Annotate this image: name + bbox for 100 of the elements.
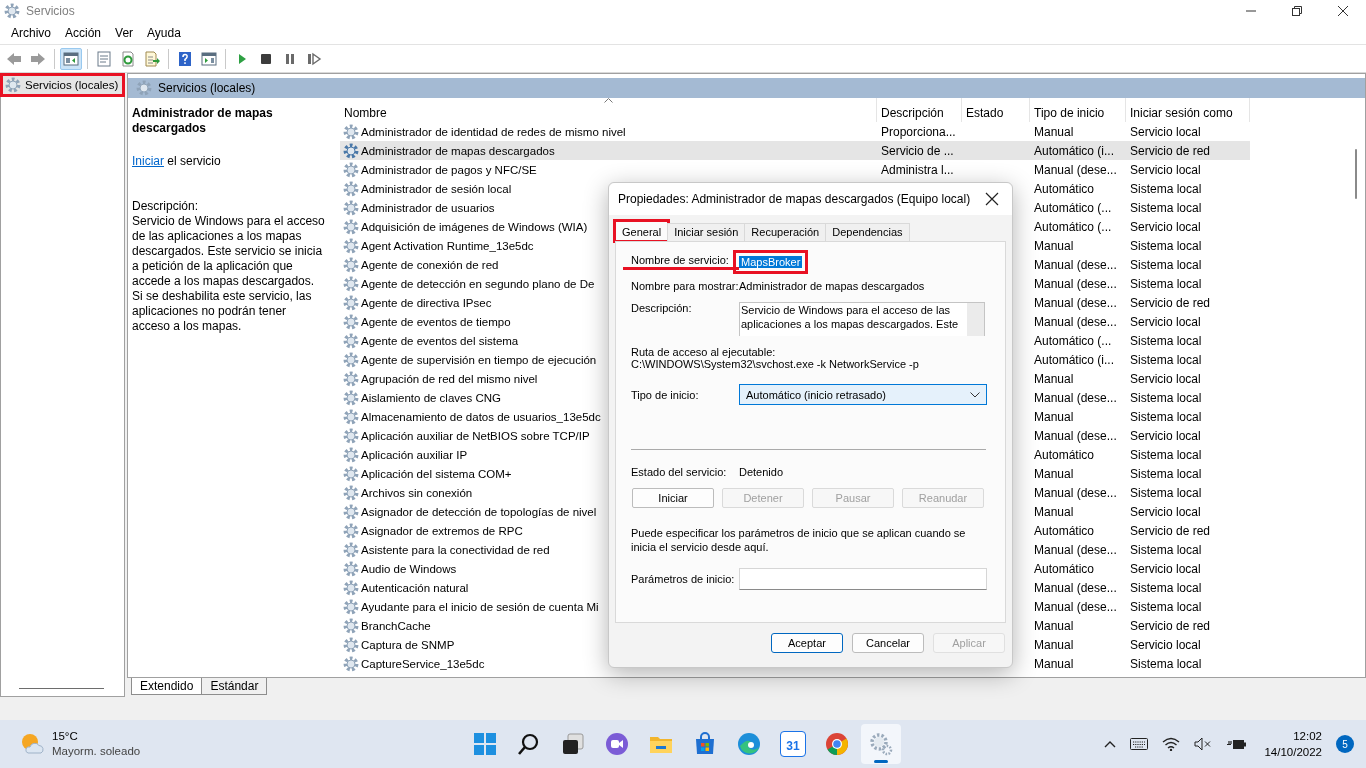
gear-icon bbox=[343, 503, 359, 520]
table-cell-text: Manual bbox=[1033, 656, 1075, 671]
column-header[interactable]: Estado bbox=[962, 98, 1030, 122]
column-header[interactable]: Descripción bbox=[877, 98, 962, 122]
table-cell[interactable]: Aplicación auxiliar IP bbox=[361, 448, 468, 461]
table-cell-text: Sistema local bbox=[1129, 390, 1203, 405]
table-cell[interactable]: Agente de supervisión en tiempo de ejecución bbox=[361, 353, 597, 366]
table-cell[interactable]: Archivos sin conexión bbox=[361, 486, 473, 499]
table-cell[interactable]: Aplicación auxiliar de NetBIOS sobre TCP/IP bbox=[361, 429, 590, 442]
dialog-tab[interactable]: General bbox=[615, 221, 669, 241]
gear-icon bbox=[343, 484, 359, 501]
gear-icon bbox=[343, 313, 359, 330]
table-cell-text: Servicio local bbox=[1129, 162, 1202, 177]
taskbar-app[interactable]: 31 bbox=[773, 724, 813, 764]
gear-icon bbox=[136, 80, 152, 96]
clock-date[interactable]: 14/10/2022 bbox=[1264, 744, 1322, 760]
gear-icon bbox=[343, 579, 359, 596]
table-cell[interactable]: Agente de detección en segundo plano de De bbox=[361, 277, 595, 290]
table-cell[interactable]: Aplicación del sistema COM+ bbox=[361, 467, 512, 480]
table-cell-text: Manual (dese... bbox=[1033, 295, 1118, 310]
field-label: Descripción: bbox=[631, 302, 693, 314]
scrollbar-track[interactable] bbox=[967, 303, 984, 336]
table-cell[interactable]: BranchCache bbox=[361, 619, 431, 632]
table-cell[interactable]: Administrador de sesión local bbox=[361, 182, 512, 195]
table-cell[interactable]: Agente de eventos del sistema bbox=[361, 334, 519, 347]
column-header[interactable]: Nombre bbox=[340, 98, 877, 122]
document-icon bbox=[96, 50, 112, 67]
battery-charging-icon[interactable] bbox=[1226, 737, 1247, 751]
description-field[interactable]: Servicio de Windows para el acceso de las aplicaciones a los mapas descargados. Este bbox=[739, 302, 985, 336]
table-cell-text: Sistema local bbox=[1129, 656, 1203, 671]
dialog-button[interactable]: Aceptar bbox=[771, 633, 843, 653]
table-cell[interactable]: Almacenamiento de datos de usuarios_13e5dc bbox=[361, 410, 601, 423]
table-cell[interactable]: Aislamiento de claves CNG bbox=[361, 391, 501, 404]
hint-text: Puede especificar los parámetros de inicio que se aplican cuando se inicia el servicio desde aquí. bbox=[631, 526, 967, 554]
menu-item[interactable]: Acción bbox=[58, 26, 109, 40]
service-button[interactable]: Iniciar bbox=[632, 488, 714, 508]
gear-icon bbox=[343, 218, 359, 235]
wifi-icon[interactable] bbox=[1162, 737, 1181, 751]
column-header[interactable]: Tipo de inicio bbox=[1030, 98, 1126, 122]
table-cell[interactable]: Adquisición de imágenes de Windows (WIA) bbox=[361, 220, 588, 233]
field-label: Parámetros de inicio: bbox=[631, 573, 736, 585]
chevron-up-icon[interactable] bbox=[1104, 740, 1117, 748]
menu-item[interactable]: Ayuda bbox=[140, 26, 188, 40]
dialog-tab[interactable]: Dependencias bbox=[825, 223, 910, 241]
video-chat-icon bbox=[605, 732, 629, 756]
gear-icon bbox=[343, 256, 359, 273]
table-cell-text: Automático (... bbox=[1033, 200, 1113, 215]
table-cell-text: Servicio local bbox=[1129, 371, 1202, 386]
dialog-button[interactable]: Cancelar bbox=[852, 633, 924, 653]
table-cell-text: Manual (dese... bbox=[1033, 485, 1118, 500]
table-cell[interactable]: Administrador de pagos y NFC/SE bbox=[361, 163, 537, 176]
table-cell[interactable]: Agente de eventos de tiempo bbox=[361, 315, 511, 328]
table-cell[interactable]: CaptureService_13e5dc bbox=[361, 657, 485, 670]
table-cell[interactable]: Captura de SNMP bbox=[361, 638, 455, 651]
dialog-tab[interactable]: Iniciar sesión bbox=[667, 223, 746, 241]
table-cell[interactable]: Agent Activation Runtime_13e5dc bbox=[361, 239, 534, 252]
scrollbar-thumb[interactable] bbox=[1355, 149, 1357, 199]
table-cell[interactable]: Agrupación de red del mismo nivel bbox=[361, 372, 538, 385]
table-cell[interactable]: Audio de Windows bbox=[361, 562, 457, 575]
display-name-value: Administrador de mapas descargados bbox=[739, 280, 925, 292]
gear-icon bbox=[343, 408, 359, 425]
notification-badge[interactable]: 5 bbox=[1336, 735, 1354, 753]
table-cell[interactable]: Autenticación natural bbox=[361, 581, 469, 594]
table-cell-text: Manual (dese... bbox=[1033, 276, 1118, 291]
gear-icon bbox=[343, 598, 359, 615]
tree-item[interactable]: Servicios (locales) bbox=[2, 75, 123, 95]
table-cell-text: Sistema local bbox=[1129, 580, 1203, 595]
column-header[interactable]: Iniciar sesión como bbox=[1126, 98, 1250, 122]
resume-icon bbox=[306, 50, 322, 67]
toolbar-button[interactable] bbox=[60, 47, 82, 70]
gear-icon bbox=[343, 123, 359, 140]
table-cell-text: Automático bbox=[1033, 447, 1096, 462]
table-cell[interactable]: Asistente para la conectividad de red bbox=[361, 543, 550, 556]
start-link[interactable]: Iniciar bbox=[132, 154, 164, 168]
gear-icon bbox=[343, 161, 359, 178]
table-cell[interactable]: Administrador de identidad de redes de mismo nivel bbox=[361, 125, 626, 138]
table-cell[interactable]: Agente de directiva IPsec bbox=[361, 296, 492, 309]
field-label: Ruta de acceso al ejecutable: bbox=[631, 346, 777, 358]
temperature: 15°C bbox=[52, 729, 79, 744]
table-cell-text: Sistema local bbox=[1129, 181, 1203, 196]
menu-item[interactable]: Archivo bbox=[4, 26, 58, 40]
menu-item[interactable]: Ver bbox=[108, 26, 141, 40]
view-tab[interactable]: Estándar bbox=[201, 678, 268, 695]
table-cell[interactable]: Asignador de extremos de RPC bbox=[361, 524, 523, 537]
table-cell[interactable]: Ayudante para el inicio de sesión de cuenta Mi bbox=[361, 600, 599, 613]
table-cell-text: Sistema local bbox=[1129, 200, 1203, 215]
volume-muted-icon[interactable] bbox=[1194, 737, 1213, 751]
dialog-tab[interactable]: Recuperación bbox=[744, 223, 827, 241]
table-cell[interactable]: Agente de conexión de red bbox=[361, 258, 499, 271]
gear-icon bbox=[343, 465, 359, 482]
startup-type-dropdown[interactable]: Automático (inicio retrasado) bbox=[739, 384, 987, 405]
table-cell[interactable]: Administrador de usuarios bbox=[361, 201, 495, 214]
clock-time[interactable]: 12:02 bbox=[1293, 728, 1322, 744]
keyboard-icon[interactable] bbox=[1130, 738, 1149, 750]
task-view-icon bbox=[561, 732, 585, 756]
table-cell-text: Sistema local bbox=[1129, 238, 1203, 253]
chevron-down-icon bbox=[970, 391, 980, 398]
start-parameters-field[interactable] bbox=[739, 568, 987, 590]
view-tab[interactable]: Extendido bbox=[131, 678, 203, 695]
table-cell[interactable]: Asignador de detección de topologías de nivel bbox=[361, 505, 597, 518]
